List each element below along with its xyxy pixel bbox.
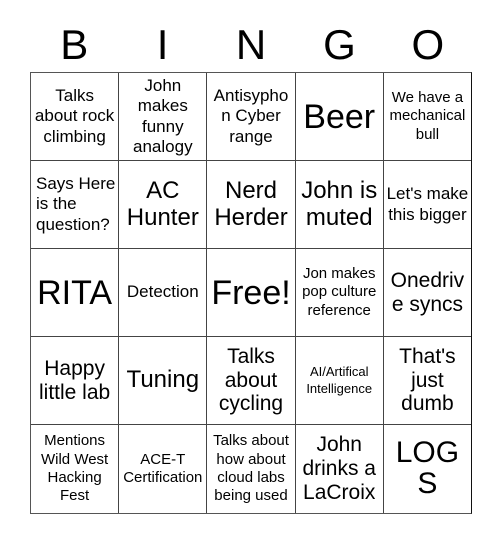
bingo-header-letter-n: N xyxy=(235,21,267,68)
bingo-cell-text: ACE-T Certification xyxy=(123,450,203,486)
bingo-cell-text: Talks about rock climbing xyxy=(34,85,115,146)
bingo-cell-free-space[interactable]: Free! xyxy=(207,249,296,337)
bingo-cell[interactable]: AC Hunter xyxy=(119,161,208,249)
bingo-cell[interactable]: That's just dumb xyxy=(383,337,472,425)
bingo-cell[interactable]: ACE-T Certification xyxy=(119,425,208,513)
bingo-row: Says Here is the question? AC Hunter Ner… xyxy=(31,161,472,249)
bingo-cell[interactable]: Talks about how about cloud labs being u… xyxy=(207,425,296,513)
bingo-cell-text: LOGS xyxy=(395,436,460,500)
bingo-cell-text: AC Hunter xyxy=(126,177,199,231)
bingo-cell-text: Antisyphon Cyber range xyxy=(213,85,289,146)
bingo-cell[interactable]: Detection xyxy=(119,249,208,337)
bingo-row: Happy little lab Tuning Talks about cycl… xyxy=(31,337,472,425)
bingo-cell[interactable]: Happy little lab xyxy=(31,337,120,425)
bingo-cell[interactable]: John makes funny analogy xyxy=(119,73,208,161)
bingo-cell-text: Let's make this bigger xyxy=(386,184,469,224)
bingo-grid: Talks about rock climbing John makes fun… xyxy=(30,72,472,514)
bingo-cell-text: Free! xyxy=(211,273,291,312)
bingo-header-letter-o: O xyxy=(411,21,445,68)
bingo-cell[interactable]: John drinks a LaCroix xyxy=(295,425,384,513)
bingo-cell[interactable]: Antisyphon Cyber range xyxy=(207,73,296,161)
bingo-cell[interactable]: John is muted xyxy=(295,161,384,249)
bingo-cell-text: Happy little lab xyxy=(39,356,111,404)
bingo-cell-text: Onedrive syncs xyxy=(390,268,465,316)
bingo-cell-text: Jon makes pop culture reference xyxy=(302,265,377,319)
bingo-cell-text: We have a mechanical bull xyxy=(389,89,466,143)
bingo-cell-text: Talks about how about cloud labs being u… xyxy=(213,432,289,505)
bingo-cell[interactable]: Beer xyxy=(295,73,384,161)
bingo-cell-text: Tuning xyxy=(126,366,200,394)
bingo-row: RITA Detection Free! Jon makes pop cultu… xyxy=(31,249,472,337)
bingo-cell-text: John is muted xyxy=(301,177,378,231)
bingo-cell-text: Beer xyxy=(303,97,376,136)
bingo-header-letter-g: G xyxy=(323,21,356,68)
bingo-cell[interactable]: Onedrive syncs xyxy=(383,249,472,337)
bingo-cell[interactable]: LOGS xyxy=(383,425,472,513)
bingo-cell[interactable]: Talks about cycling xyxy=(207,337,296,425)
bingo-cell[interactable]: Mentions Wild West Hacking Fest xyxy=(31,425,120,513)
bingo-cell[interactable]: Says Here is the question? xyxy=(31,161,120,249)
bingo-cell-text: Detection xyxy=(126,282,199,302)
bingo-cell-text: That's just dumb xyxy=(399,344,456,416)
bingo-header-letter-i: I xyxy=(156,21,169,68)
bingo-cell-text: Says Here is the question? xyxy=(36,173,116,234)
bingo-cell[interactable]: We have a mechanical bull xyxy=(383,73,472,161)
bingo-cell-text: Nerd Herder xyxy=(214,177,288,231)
bingo-cell-text: John makes funny analogy xyxy=(133,75,193,156)
bingo-cell-text: RITA xyxy=(37,273,113,312)
bingo-cell[interactable]: Talks about rock climbing xyxy=(31,73,120,161)
bingo-header-letter-b: B xyxy=(60,21,89,68)
bingo-row: Mentions Wild West Hacking Fest ACE-T Ce… xyxy=(31,425,472,513)
bingo-cell[interactable]: Nerd Herder xyxy=(207,161,296,249)
bingo-cell[interactable]: Jon makes pop culture reference xyxy=(295,249,384,337)
bingo-row: Talks about rock climbing John makes fun… xyxy=(31,73,472,161)
bingo-cell-text: Mentions Wild West Hacking Fest xyxy=(40,432,109,505)
bingo-card: B I N G O Talks about rock climbing John… xyxy=(0,0,500,544)
bingo-cell-text: AI/Artifical Intelligence xyxy=(306,364,373,396)
bingo-cell[interactable]: Let's make this bigger xyxy=(383,161,472,249)
bingo-cell-text: John drinks a LaCroix xyxy=(302,433,376,504)
bingo-cell[interactable]: Tuning xyxy=(119,337,208,425)
bingo-header: B I N G O xyxy=(30,18,472,72)
bingo-cell-text: Talks about cycling xyxy=(218,344,284,416)
bingo-cell[interactable]: AI/Artifical Intelligence xyxy=(295,337,384,425)
bingo-cell[interactable]: RITA xyxy=(31,249,120,337)
